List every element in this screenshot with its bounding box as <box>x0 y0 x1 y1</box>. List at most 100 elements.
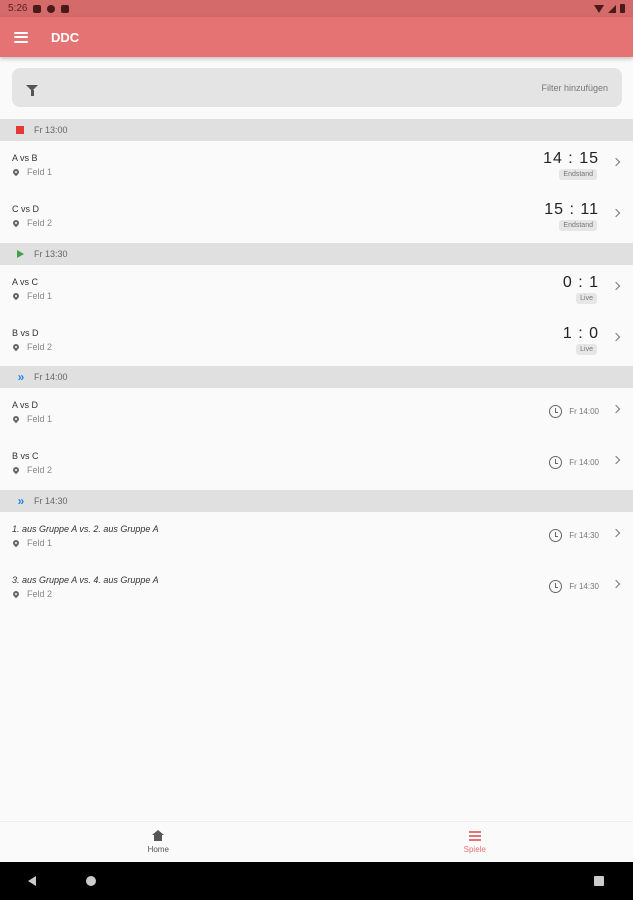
game-row[interactable]: 1. aus Gruppe A vs. 2. aus Gruppe A Feld… <box>0 512 633 562</box>
score: 1 : 0 <box>562 325 599 342</box>
status-badge: Endstand <box>559 220 597 231</box>
field-label: Feld 1 <box>27 291 53 301</box>
recent-apps-icon[interactable] <box>594 876 604 886</box>
group-time: Fr 14:30 <box>34 496 68 506</box>
game-title: 1. aus Gruppe A vs. 2. aus Gruppe A <box>12 524 159 534</box>
menu-icon[interactable] <box>14 31 28 43</box>
location-pin-icon <box>11 167 21 177</box>
location-pin-icon <box>11 218 21 228</box>
status-badge: Live <box>576 293 597 304</box>
score: 0 : 1 <box>562 274 599 291</box>
location-pin-icon <box>11 342 21 352</box>
sync-icon <box>47 4 56 13</box>
game-row[interactable]: B vs C Feld 2 Fr 14:00 <box>0 439 633 489</box>
game-title: C vs D <box>12 204 39 214</box>
location-pin-icon <box>11 291 21 301</box>
game-location: Feld 2 <box>11 589 53 599</box>
scheduled-time: Fr 14:30 <box>549 580 599 593</box>
game-location: Feld 2 <box>11 218 53 228</box>
chevron-right-icon <box>611 208 621 218</box>
game-location: Feld 1 <box>11 414 53 424</box>
game-title: B vs D <box>12 328 39 338</box>
chevron-right-icon <box>611 528 621 538</box>
home-icon <box>152 830 165 841</box>
game-location: Feld 1 <box>11 538 53 548</box>
nav-spiele[interactable]: Spiele <box>317 822 633 862</box>
status-time: 5:26 <box>8 3 28 14</box>
clock-icon <box>549 529 563 542</box>
chevron-right-icon <box>611 404 621 414</box>
chevron-right-icon <box>611 157 621 167</box>
system-home-icon[interactable] <box>86 876 96 886</box>
game-time: Fr 14:30 <box>569 531 599 540</box>
clock-icon <box>549 456 563 469</box>
group-header: » Fr 14:30 <box>0 490 633 512</box>
notification-icon <box>33 4 42 13</box>
field-label: Feld 1 <box>27 414 53 424</box>
location-pin-icon <box>11 465 21 475</box>
game-location: Feld 2 <box>11 465 53 475</box>
fast-forward-icon: » <box>17 494 25 508</box>
score: 14 : 15 <box>543 150 599 167</box>
stop-icon <box>16 126 24 134</box>
app-title: DDC <box>51 29 80 45</box>
game-location: Feld 1 <box>11 291 53 301</box>
wifi-icon <box>594 4 604 13</box>
status-bar: 5:26 <box>0 0 633 17</box>
game-row[interactable]: 3. aus Gruppe A vs. 4. aus Gruppe A Feld… <box>0 563 633 613</box>
location-pin-icon <box>11 538 21 548</box>
filter-label: Filter hinzufügen <box>541 82 608 93</box>
field-label: Feld 2 <box>27 465 53 475</box>
bottom-navigation: Home Spiele <box>0 821 633 862</box>
clock-icon <box>549 580 563 593</box>
scheduled-time: Fr 14:30 <box>549 529 599 542</box>
group-header: Fr 13:30 <box>0 243 633 265</box>
group-time: Fr 13:00 <box>34 125 68 135</box>
nav-home[interactable]: Home <box>0 822 317 862</box>
game-row[interactable]: B vs D Feld 2 1 : 0 Live <box>0 316 633 366</box>
game-row[interactable]: A vs D Feld 1 Fr 14:00 <box>0 388 633 438</box>
game-title: A vs D <box>12 400 39 410</box>
group-header: » Fr 14:00 <box>0 366 633 388</box>
app-bar: DDC <box>0 17 633 57</box>
game-time: Fr 14:00 <box>569 458 599 467</box>
game-row[interactable]: A vs B Feld 1 14 : 15 Endstand <box>0 141 633 191</box>
chevron-right-icon <box>611 332 621 342</box>
field-label: Feld 1 <box>27 167 53 177</box>
game-row[interactable]: A vs C Feld 1 0 : 1 Live <box>0 265 633 315</box>
location-pin-icon <box>11 589 21 599</box>
system-navigation-bar <box>0 862 633 900</box>
battery-icon <box>620 4 625 13</box>
score: 15 : 11 <box>544 201 599 218</box>
chevron-right-icon <box>611 281 621 291</box>
status-badge: Live <box>576 344 597 355</box>
field-label: Feld 1 <box>27 538 53 548</box>
field-label: Feld 2 <box>27 218 53 228</box>
back-icon[interactable] <box>28 876 36 886</box>
game-title: A vs B <box>12 153 38 163</box>
nav-home-label: Home <box>147 845 169 854</box>
location-pin-icon <box>11 414 21 424</box>
game-location: Feld 2 <box>11 342 53 352</box>
group-time: Fr 13:30 <box>34 249 68 259</box>
field-label: Feld 2 <box>27 342 53 352</box>
signal-icon <box>608 4 616 13</box>
field-label: Feld 2 <box>27 589 53 599</box>
group-header: Fr 13:00 <box>0 119 633 141</box>
play-icon <box>16 250 24 258</box>
game-title: 3. aus Gruppe A vs. 4. aus Gruppe A <box>12 575 159 585</box>
scheduled-time: Fr 14:00 <box>549 405 599 418</box>
fast-forward-icon: » <box>17 370 25 384</box>
filter-bar[interactable]: Filter hinzufügen <box>12 68 622 107</box>
scheduled-time: Fr 14:00 <box>549 456 599 469</box>
game-row[interactable]: C vs D Feld 2 15 : 11 Endstand <box>0 192 633 242</box>
list-icon <box>468 830 481 841</box>
chevron-right-icon <box>611 455 621 465</box>
clock-icon <box>549 405 563 418</box>
status-badge: Endstand <box>559 169 597 180</box>
game-title: B vs C <box>12 451 39 461</box>
group-time: Fr 14:00 <box>34 372 68 382</box>
filter-icon <box>26 84 38 96</box>
game-time: Fr 14:00 <box>569 407 599 416</box>
game-location: Feld 1 <box>11 167 53 177</box>
